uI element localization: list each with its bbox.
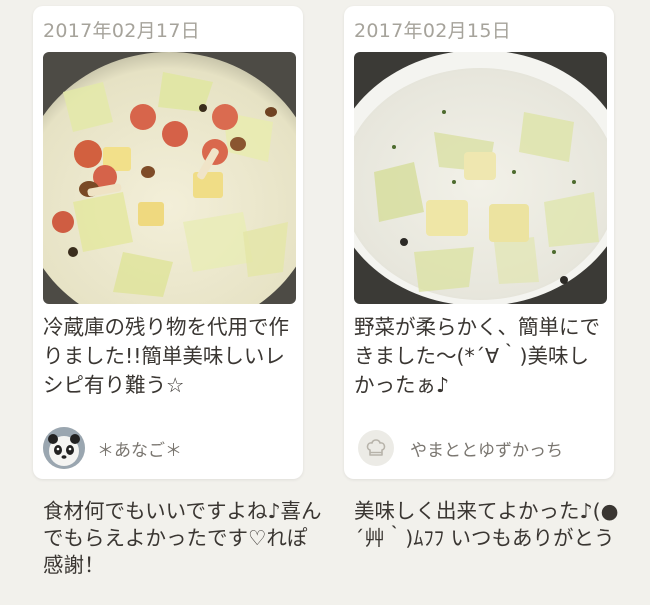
author-name[interactable]: やまととゆずかっち xyxy=(410,436,563,461)
report-title: 野菜が柔らかく、簡単にできました〜(*´∀｀)美味しかったぁ♪ xyxy=(354,315,600,397)
author-reply: 美味しく出来てよかった♪(●´艸｀)ﾑﾌﾌ いつもありがとう xyxy=(354,499,619,550)
cream-soup-in-bowl-photo[interactable] xyxy=(354,52,607,304)
author-name[interactable]: ＊あなご＊ xyxy=(97,436,182,461)
author-row[interactable]: やまととゆずかっち xyxy=(354,426,563,470)
author-reply: 食材何でもいいですよね♪喜んでもらえよかったです♡れぽ感謝！ xyxy=(43,499,322,577)
recipe-report-card[interactable]: 2017年02月15日 野菜が柔らかく、簡単にできました〜(*´∀｀)美味しかっ… xyxy=(344,6,614,479)
cream-stew-with-sausage-photo[interactable] xyxy=(43,52,296,304)
author-row[interactable]: ＊あなご＊ xyxy=(43,426,182,470)
recipe-report-card[interactable]: 2017年02月17日 冷蔵庫の残り物を代用で作りました!!簡単美味しいレシピ有… xyxy=(33,6,303,479)
report-date: 2017年02月15日 xyxy=(354,20,512,42)
chef-hat-icon[interactable] xyxy=(358,430,394,466)
panda-avatar[interactable] xyxy=(43,427,85,469)
report-title: 冷蔵庫の残り物を代用で作りました!!簡単美味しいレシピ有り難う☆ xyxy=(43,315,289,397)
report-date: 2017年02月17日 xyxy=(43,20,201,42)
